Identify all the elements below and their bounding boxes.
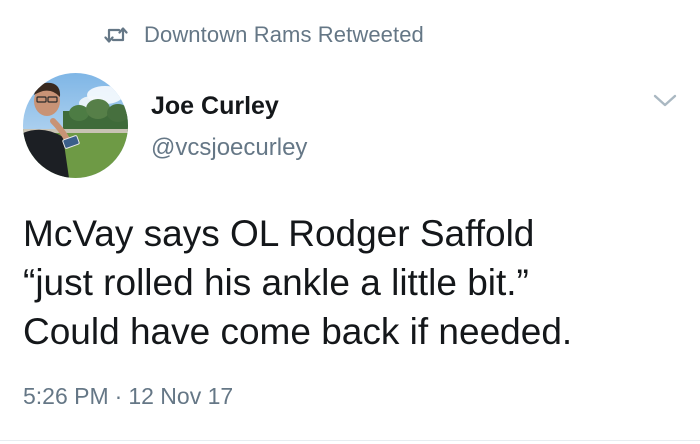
tweet-time: 5:26 PM [23, 383, 109, 409]
tweet-text-line: “just rolled his ankle a little bit.” [23, 262, 529, 303]
avatar[interactable] [23, 73, 128, 178]
author-handle[interactable]: @vcsjoecurley [151, 134, 307, 162]
tweet-text-line: Could have come back if needed. [23, 311, 573, 352]
chevron-down-icon[interactable] [652, 92, 678, 110]
tweet-text-line: McVay says OL Rodger Saffold [23, 213, 535, 254]
tweet-date: 12 Nov 17 [128, 383, 234, 409]
retweet-icon [104, 24, 128, 46]
author-name[interactable]: Joe Curley [151, 92, 279, 121]
tweet-timestamp[interactable]: 5:26 PM · 12 Nov 17 [23, 383, 233, 410]
tweet-text: McVay says OL Rodger Saffold “just rolle… [23, 209, 683, 356]
retweet-context[interactable]: Downtown Rams Retweeted [104, 20, 424, 50]
divider [0, 440, 700, 441]
timestamp-separator: · [114, 383, 123, 409]
retweet-context-label: Downtown Rams Retweeted [144, 22, 424, 47]
